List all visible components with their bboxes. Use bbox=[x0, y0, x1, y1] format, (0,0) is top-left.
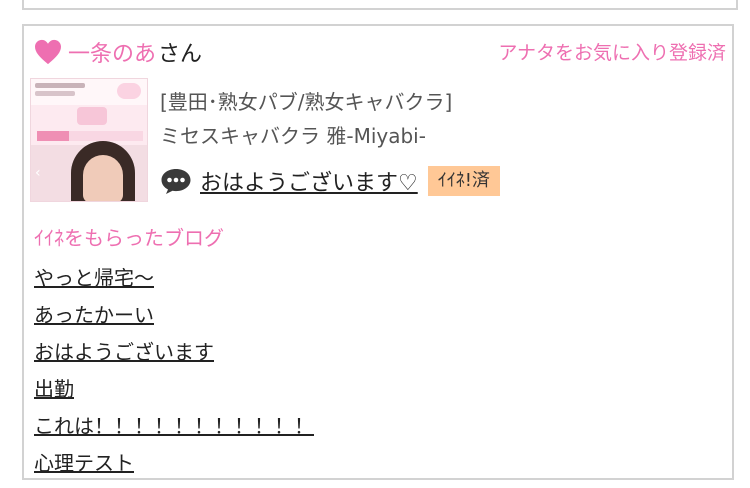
shop-name: ミセスキャバクラ 雅-Miyabi- bbox=[160, 124, 426, 148]
shop-thumbnail[interactable]: ‹ bbox=[30, 78, 148, 202]
list-item: あったかーい bbox=[34, 299, 314, 336]
heart-icon bbox=[35, 39, 61, 65]
thumbnail-logo bbox=[117, 83, 141, 99]
honorific-label: さん bbox=[158, 42, 203, 67]
user-name-row: 一条のあ さん bbox=[34, 36, 202, 68]
list-item: これは！！！！！！！！！！！ bbox=[34, 410, 314, 447]
thumbnail-menu-button bbox=[37, 131, 69, 141]
liked-blog-list: やっと帰宅〜 あったかーい おはようございます 出勤 これは！！！！！！！！！！… bbox=[34, 262, 314, 484]
favorite-status-label: アナタをお気に入り登録済 bbox=[498, 42, 726, 64]
list-item: 出勤 bbox=[34, 373, 314, 410]
blog-link[interactable]: やっと帰宅〜 bbox=[34, 266, 154, 290]
thumbnail-badge bbox=[77, 107, 107, 125]
blog-link[interactable]: おはようございます bbox=[34, 340, 214, 364]
thumbnail-text-line bbox=[35, 83, 85, 88]
blog-link[interactable]: あったかーい bbox=[34, 303, 154, 327]
list-item: やっと帰宅〜 bbox=[34, 262, 314, 299]
user-name-link[interactable]: 一条のあ bbox=[68, 36, 156, 68]
blog-link[interactable]: 出勤 bbox=[34, 377, 74, 401]
thumbnail-arrow-icon: ‹ bbox=[35, 165, 41, 181]
previous-card-bottom bbox=[22, 0, 738, 10]
post-title-link[interactable]: おはようございます♡ bbox=[200, 165, 418, 197]
blog-link[interactable]: これは！！！！！！！！！！！ bbox=[34, 414, 314, 438]
speech-bubble-icon bbox=[161, 169, 191, 194]
blog-link[interactable]: 心理テスト bbox=[34, 451, 134, 475]
thumbnail-text-line bbox=[35, 91, 75, 96]
list-item: 心理テスト bbox=[34, 447, 314, 484]
thumbnail-portrait-face bbox=[83, 155, 123, 201]
user-activity-card: 一条のあ さん アナタをお気に入り登録済 ‹ [豊田･熟女パブ/熟女キャバクラ]… bbox=[22, 24, 734, 480]
like-status-badge: ｲｲﾈ!済 bbox=[427, 166, 500, 196]
liked-blogs-heading: ｲｲﾈをもらったブログ bbox=[34, 226, 224, 250]
post-row: おはようございます♡ ｲｲﾈ!済 bbox=[160, 164, 500, 198]
shop-category: [豊田･熟女パブ/熟女キャバクラ] bbox=[160, 90, 453, 114]
list-item: おはようございます bbox=[34, 336, 314, 373]
